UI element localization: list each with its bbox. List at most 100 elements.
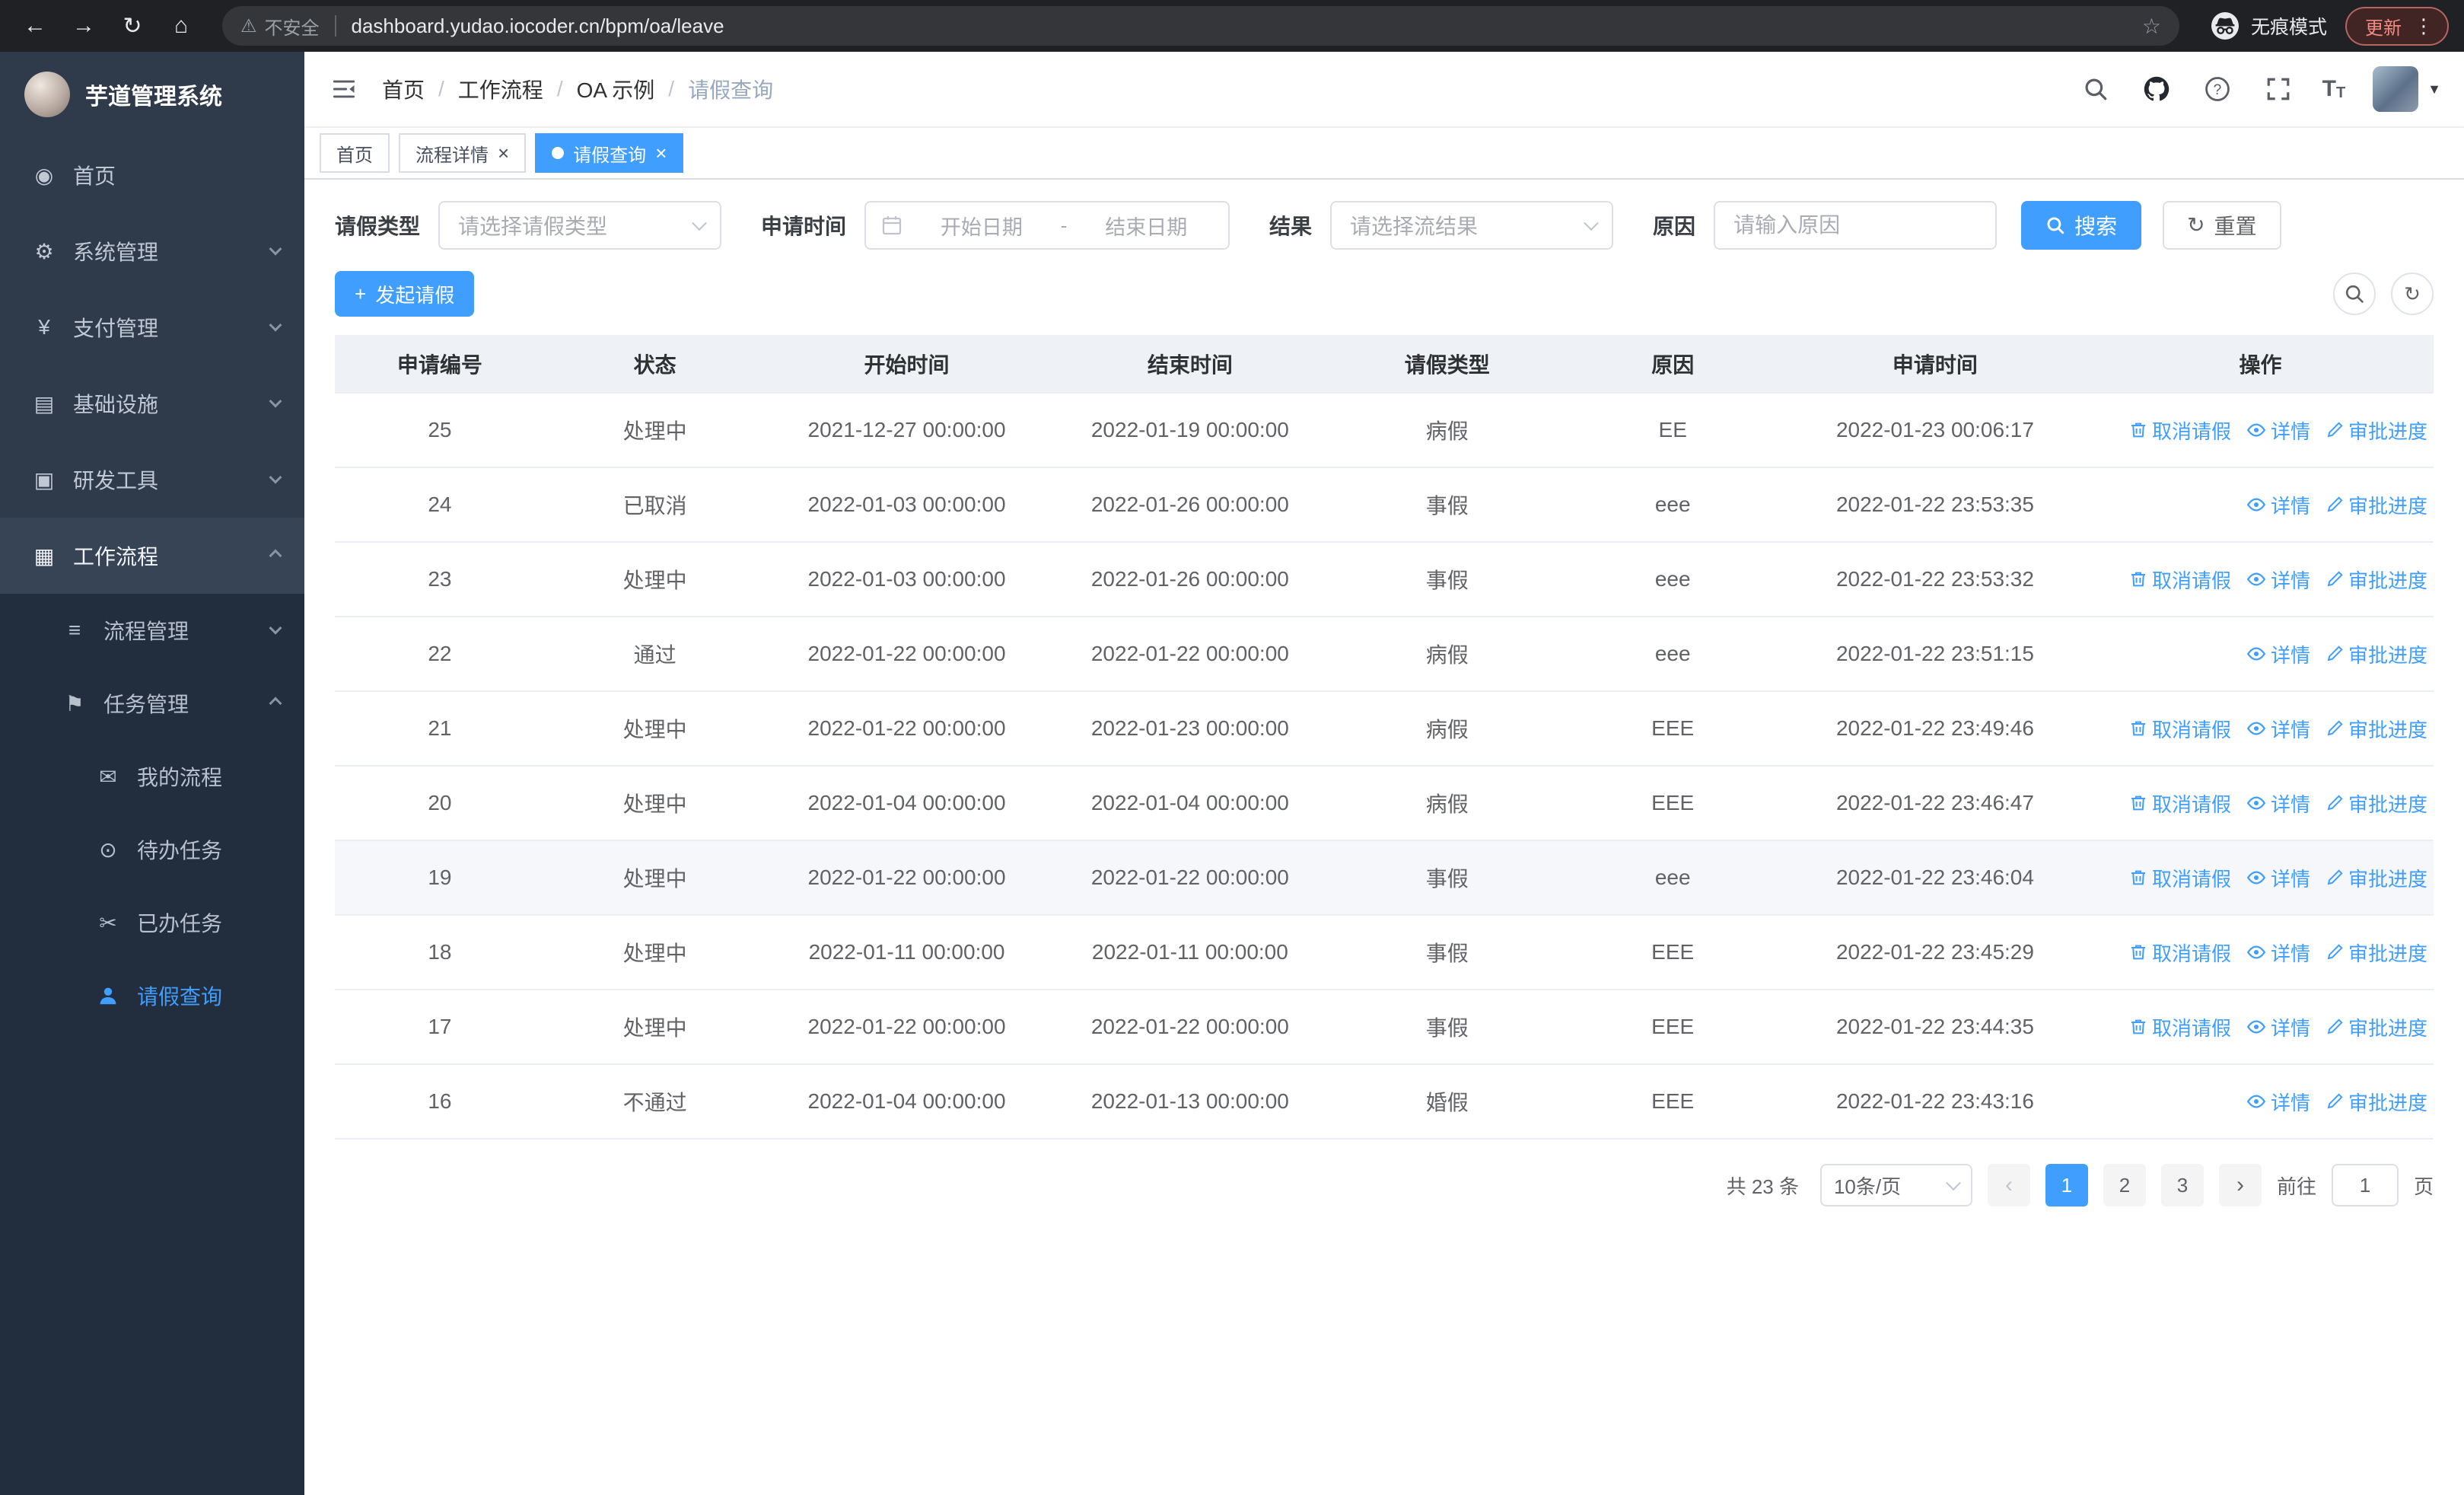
close-icon[interactable]: × bbox=[498, 143, 509, 163]
sidebar-item-infrastructure[interactable]: ▤ 基础设施 bbox=[0, 365, 304, 441]
tab-process-detail[interactable]: 流程详情 × bbox=[399, 133, 527, 173]
goto-page-input[interactable] bbox=[2331, 1164, 2399, 1207]
tab-home[interactable]: 首页 bbox=[320, 133, 390, 173]
detail-link[interactable]: 详情 bbox=[2246, 864, 2310, 892]
progress-link[interactable]: 审批进度 bbox=[2326, 715, 2427, 743]
cancel-link[interactable]: 取消请假 bbox=[2129, 715, 2231, 743]
cancel-link[interactable]: 取消请假 bbox=[2129, 1013, 2231, 1041]
sidebar-item-devtools[interactable]: ▣ 研发工具 bbox=[0, 441, 304, 518]
progress-link[interactable]: 审批进度 bbox=[2326, 416, 2427, 445]
cell-id: 24 bbox=[335, 467, 545, 543]
progress-link[interactable]: 审批进度 bbox=[2326, 491, 2427, 519]
reset-button[interactable]: ↻ 重置 bbox=[2163, 201, 2281, 250]
create-leave-button[interactable]: + 发起请假 bbox=[335, 271, 475, 317]
font-size-icon[interactable]: TT bbox=[2322, 78, 2346, 101]
breadcrumb-item-0[interactable]: 首页 bbox=[382, 74, 425, 104]
page-button-3[interactable]: 3 bbox=[2160, 1164, 2204, 1207]
close-icon[interactable]: × bbox=[655, 143, 667, 163]
edit-icon bbox=[2326, 1092, 2344, 1111]
logo-avatar bbox=[24, 72, 70, 117]
app-logo[interactable]: 芋道管理系统 bbox=[0, 52, 304, 137]
address-bar[interactable]: ⚠ 不安全 dashboard.yudao.iocoder.cn/bpm/oa/… bbox=[222, 6, 2179, 46]
sidebar-item-todo-task[interactable]: ⊙ 待办任务 bbox=[0, 813, 304, 886]
progress-link[interactable]: 审批进度 bbox=[2326, 1088, 2427, 1116]
op-label: 详情 bbox=[2270, 569, 2310, 592]
detail-link[interactable]: 详情 bbox=[2246, 416, 2310, 445]
op-label: 审批进度 bbox=[2348, 1091, 2427, 1114]
cancel-link[interactable]: 取消请假 bbox=[2129, 416, 2231, 445]
page-size-select[interactable]: 10条/页 bbox=[1819, 1164, 1972, 1207]
browser-update-button[interactable]: 更新 ⋮ bbox=[2345, 6, 2449, 46]
sidebar-item-home[interactable]: ◉ 首页 bbox=[0, 137, 304, 213]
toggle-search-icon[interactable] bbox=[2333, 273, 2376, 315]
detail-link[interactable]: 详情 bbox=[2246, 1013, 2310, 1041]
sidebar-item-leave-query[interactable]: 请假查询 bbox=[0, 959, 304, 1032]
cell-applied: 2022-01-22 23:44:35 bbox=[1782, 990, 2087, 1065]
url-text[interactable]: dashboard.yudao.iocoder.cn/bpm/oa/leave bbox=[352, 14, 2130, 38]
bookmark-star-icon[interactable]: ☆ bbox=[2142, 14, 2161, 39]
cancel-link[interactable]: 取消请假 bbox=[2129, 566, 2231, 594]
page-button-2[interactable]: 2 bbox=[2103, 1164, 2146, 1207]
page-button-1[interactable]: 1 bbox=[2045, 1164, 2088, 1207]
avatar[interactable] bbox=[2373, 66, 2419, 112]
search-button-label: 搜索 bbox=[2074, 215, 2118, 238]
next-page-button[interactable]: › bbox=[2218, 1164, 2262, 1207]
detail-link[interactable]: 详情 bbox=[2246, 715, 2310, 743]
progress-link[interactable]: 审批进度 bbox=[2326, 640, 2427, 668]
sidebar-item-system[interactable]: ⚙ 系统管理 bbox=[0, 213, 304, 289]
cell-type: 事假 bbox=[1332, 915, 1563, 990]
start-date-placeholder[interactable]: 开始日期 bbox=[915, 211, 1049, 241]
result-select[interactable]: 请选择流结果 bbox=[1330, 201, 1614, 250]
search-button[interactable]: 搜索 bbox=[2021, 201, 2142, 250]
sidebar-item-process-mgmt[interactable]: ≡ 流程管理 bbox=[0, 594, 304, 667]
result-placeholder: 请选择流结果 bbox=[1350, 215, 1479, 238]
sidebar-item-label: 我的流程 bbox=[137, 766, 223, 789]
detail-link[interactable]: 详情 bbox=[2246, 939, 2310, 967]
tab-leave-query[interactable]: 请假查询 × bbox=[535, 133, 684, 173]
cell-operations: 取消请假 详情 审批进度 bbox=[2087, 840, 2434, 916]
op-label: 审批进度 bbox=[2348, 494, 2427, 518]
progress-link[interactable]: 审批进度 bbox=[2326, 939, 2427, 967]
fullscreen-icon[interactable] bbox=[2262, 72, 2295, 106]
browser-home-icon[interactable]: ⌂ bbox=[161, 6, 201, 46]
detail-link[interactable]: 详情 bbox=[2246, 566, 2310, 594]
browser-reload-icon[interactable]: ↻ bbox=[113, 6, 152, 46]
reason-input[interactable] bbox=[1733, 213, 1978, 237]
end-date-placeholder[interactable]: 结束日期 bbox=[1079, 211, 1213, 241]
prev-page-button[interactable]: ‹ bbox=[1987, 1164, 2030, 1207]
detail-link[interactable]: 详情 bbox=[2246, 789, 2310, 818]
sidebar-item-workflow[interactable]: ▦ 工作流程 bbox=[0, 518, 304, 594]
cell-status: 处理中 bbox=[544, 766, 766, 841]
progress-link[interactable]: 审批进度 bbox=[2326, 566, 2427, 594]
cancel-link[interactable]: 取消请假 bbox=[2129, 939, 2231, 967]
sidebar-item-my-process[interactable]: ✉ 我的流程 bbox=[0, 740, 304, 813]
browser-menu-icon[interactable]: ⋮ bbox=[2414, 16, 2434, 36]
cell-applied: 2022-01-22 23:51:15 bbox=[1782, 617, 2087, 692]
detail-link[interactable]: 详情 bbox=[2246, 491, 2310, 519]
progress-link[interactable]: 审批进度 bbox=[2326, 789, 2427, 818]
leave-type-select[interactable]: 请选择请假类型 bbox=[438, 201, 722, 250]
date-range-picker[interactable]: 开始日期 - 结束日期 bbox=[864, 201, 1230, 250]
refresh-table-icon[interactable]: ↻ bbox=[2391, 273, 2434, 315]
github-icon[interactable] bbox=[2140, 72, 2173, 106]
tag-tab-bar: 首页 流程详情 × 请假查询 × bbox=[304, 128, 2464, 180]
sidebar-collapse-icon[interactable] bbox=[327, 72, 361, 106]
user-menu[interactable]: ▼ bbox=[2373, 66, 2441, 112]
browser-back-icon[interactable]: ← bbox=[15, 6, 55, 46]
sidebar-item-label: 任务管理 bbox=[103, 693, 189, 716]
sidebar-item-task-mgmt[interactable]: ⚑ 任务管理 bbox=[0, 667, 304, 740]
sidebar-item-payment[interactable]: ¥ 支付管理 bbox=[0, 289, 304, 365]
sidebar-item-done-task[interactable]: ✂ 已办任务 bbox=[0, 886, 304, 959]
browser-forward-icon[interactable]: → bbox=[64, 6, 103, 46]
help-icon[interactable]: ? bbox=[2201, 72, 2234, 106]
breadcrumb-item-2[interactable]: OA 示例 bbox=[577, 74, 655, 104]
cancel-link[interactable]: 取消请假 bbox=[2129, 864, 2231, 892]
detail-link[interactable]: 详情 bbox=[2246, 1088, 2310, 1116]
progress-link[interactable]: 审批进度 bbox=[2326, 1013, 2427, 1041]
progress-link[interactable]: 审批进度 bbox=[2326, 864, 2427, 892]
search-icon[interactable] bbox=[2079, 72, 2112, 106]
cancel-link[interactable]: 取消请假 bbox=[2129, 789, 2231, 818]
breadcrumb-item-1[interactable]: 工作流程 bbox=[458, 74, 543, 104]
detail-link[interactable]: 详情 bbox=[2246, 640, 2310, 668]
not-secure-warning[interactable]: ⚠ 不安全 bbox=[240, 13, 320, 40]
